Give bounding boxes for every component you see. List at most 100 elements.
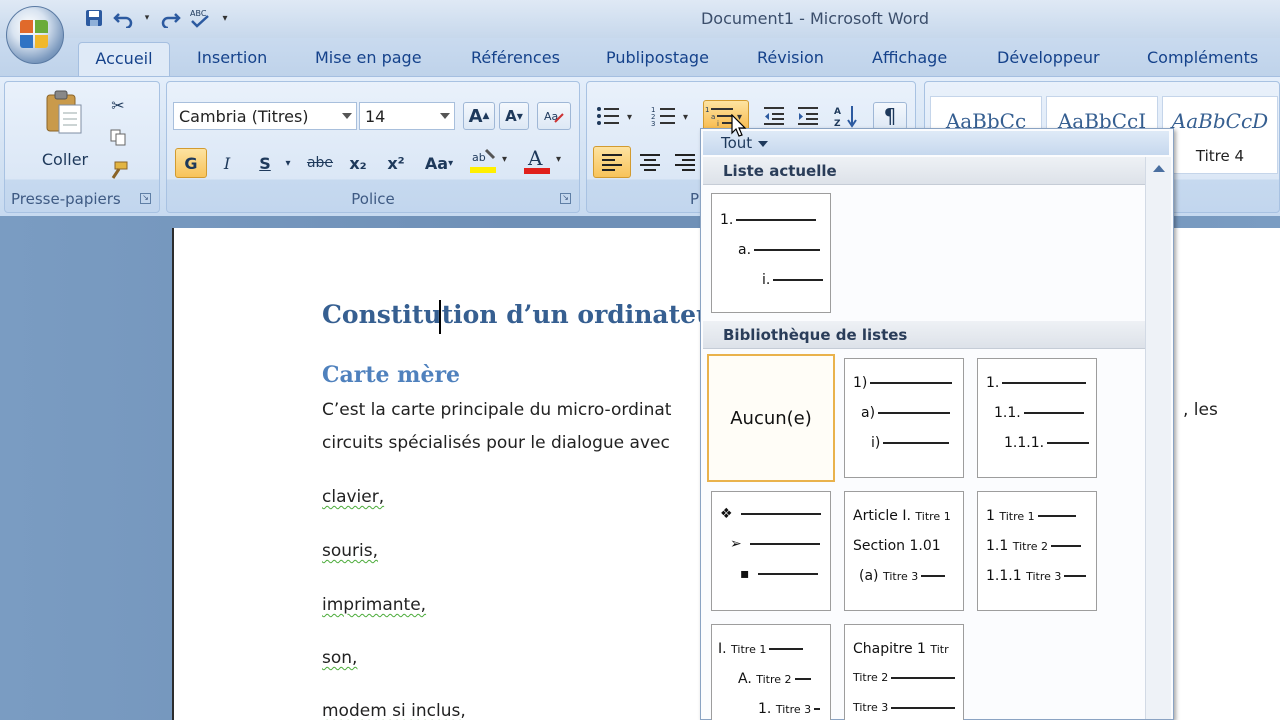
gallery-filter-button[interactable]: Tout xyxy=(703,131,1169,155)
bold-button[interactable]: G xyxy=(175,148,207,178)
list-none-tile[interactable]: Aucun(e) xyxy=(707,354,835,482)
clear-formatting-icon[interactable]: Aa xyxy=(537,102,571,130)
mouse-cursor-icon xyxy=(731,113,747,142)
list-level-line: Article I. Titre 1 xyxy=(853,508,951,524)
change-case-button[interactable]: Aa ▾ xyxy=(419,148,459,178)
current-list-tile[interactable]: 1. a. i. xyxy=(711,193,831,313)
superscript-button[interactable]: x² xyxy=(381,148,411,178)
list-level-line: 1.1.1. xyxy=(1004,435,1090,451)
cut-icon[interactable]: ✂ xyxy=(105,94,131,116)
font-color-icon[interactable]: A ▾ xyxy=(521,144,569,178)
list-paren-tile[interactable]: 1) a) i) xyxy=(844,358,964,478)
list-titre-numbered-tile[interactable]: 1 Titre 1 1.1 Titre 2 1.1.1 Titre 3 xyxy=(977,491,1097,611)
underline-button[interactable]: S xyxy=(251,148,279,178)
svg-text:1: 1 xyxy=(705,106,709,114)
increase-indent-icon[interactable] xyxy=(793,102,823,130)
tab-mise-en-page[interactable]: Mise en page xyxy=(315,48,422,67)
format-painter-icon[interactable] xyxy=(105,160,131,182)
section-list-library: Bibliothèque de listes xyxy=(703,321,1145,349)
list-chapitre-tile[interactable]: Chapitre 1 Titr Titre 2 Titre 3 xyxy=(844,624,964,720)
align-right-icon[interactable] xyxy=(669,146,701,178)
grow-font-button[interactable]: A ▲ xyxy=(463,102,495,130)
list-level-line: ❖ xyxy=(720,506,821,522)
underline-dropdown-icon[interactable]: ▾ xyxy=(281,148,295,178)
svg-text:▾: ▾ xyxy=(683,112,688,123)
tab-affichage[interactable]: Affichage xyxy=(872,48,947,67)
list-level-line: 1) xyxy=(853,375,953,391)
undo-icon[interactable] xyxy=(112,7,136,29)
decrease-indent-icon[interactable] xyxy=(759,102,789,130)
font-family-select[interactable]: Cambria (Titres) xyxy=(173,102,357,130)
paste-button[interactable]: Coller xyxy=(33,148,97,170)
svg-text:▾: ▾ xyxy=(627,112,632,123)
highlight-icon[interactable]: ab ▾ xyxy=(467,144,515,178)
align-center-icon[interactable] xyxy=(633,146,667,178)
office-button[interactable] xyxy=(6,6,64,64)
list-level-line: 1.1 Titre 2 xyxy=(986,538,1082,554)
list-level-line: 1. Titre 3 xyxy=(758,701,821,717)
svg-text:▾: ▾ xyxy=(502,154,507,165)
customize-toolbar-icon[interactable]: ▾ xyxy=(218,7,232,29)
list-level-line: A. Titre 2 xyxy=(738,671,811,687)
shrink-font-button[interactable]: A ▼ xyxy=(499,102,529,130)
tab-references[interactable]: Références xyxy=(471,48,560,67)
doc-list-item: imprimante, xyxy=(322,595,427,615)
copy-icon[interactable] xyxy=(105,126,131,148)
doc-paragraph-line-2: circuits spécialisés pour le dialogue av… xyxy=(322,433,670,453)
quick-access-toolbar: ▾ ABC ▾ xyxy=(82,6,232,30)
chevron-down-icon xyxy=(758,140,769,147)
scroll-up-icon[interactable] xyxy=(1153,165,1165,172)
numbering-icon[interactable]: 1 2 3 ▾ xyxy=(649,102,695,130)
multilevel-list-gallery: Tout Liste actuelle 1. a. i. Bibliothèqu… xyxy=(700,128,1174,720)
tab-complements[interactable]: Compléments xyxy=(1147,48,1258,67)
list-level-line: Chapitre 1 Titr xyxy=(853,641,949,657)
font-launcher-icon[interactable]: ↘ xyxy=(560,193,571,204)
undo-dropdown-icon[interactable]: ▾ xyxy=(142,7,152,29)
style-quick-titre4[interactable]: AaBbCcD Titre 4 xyxy=(1162,96,1278,174)
tab-developpeur[interactable]: Développeur xyxy=(997,48,1100,67)
svg-text:▾: ▾ xyxy=(556,154,561,165)
sort-icon[interactable]: AZ xyxy=(831,102,863,130)
list-level-line: a. xyxy=(738,242,821,258)
list-level-line: 1.1. xyxy=(994,405,1084,421)
list-level-line: 1 Titre 1 xyxy=(986,508,1076,524)
tab-insertion[interactable]: Insertion xyxy=(197,48,267,67)
list-level-line: i) xyxy=(871,435,950,451)
chevron-down-icon xyxy=(342,113,352,119)
list-bullets-tile[interactable]: ❖ ➢ ▪ xyxy=(711,491,831,611)
subscript-button[interactable]: x₂ xyxy=(343,148,373,178)
clipboard-launcher-icon[interactable]: ↘ xyxy=(140,193,151,204)
list-level-line: ▪ xyxy=(740,566,818,582)
italic-button[interactable]: I xyxy=(213,148,241,178)
svg-text:Z: Z xyxy=(834,119,841,128)
strikethrough-button[interactable]: abe xyxy=(303,148,337,178)
list-level-line: 1. xyxy=(986,375,1087,391)
gallery-scrollbar[interactable] xyxy=(1145,157,1171,719)
list-level-line: Titre 2 xyxy=(853,671,956,684)
redo-icon[interactable] xyxy=(158,7,182,29)
tab-revision[interactable]: Révision xyxy=(757,48,824,67)
section-current-list: Liste actuelle xyxy=(703,157,1145,185)
paste-icon[interactable] xyxy=(39,88,89,136)
font-size-select[interactable]: 14 xyxy=(359,102,455,130)
align-left-icon[interactable] xyxy=(593,146,631,178)
text-caret xyxy=(439,300,441,334)
doc-list-item: souris, xyxy=(322,541,379,561)
list-decimal-tile[interactable]: 1. 1.1. 1.1.1. xyxy=(977,358,1097,478)
doc-heading-2: Carte mère xyxy=(322,362,461,388)
doc-heading-1: Constitution d’un ordinateu xyxy=(322,300,715,329)
tab-publipostage[interactable]: Publipostage xyxy=(606,48,709,67)
list-article-tile[interactable]: Article I. Titre 1 Section 1.01 (a) Titr… xyxy=(844,491,964,611)
doc-list-item: modem si inclus, xyxy=(322,701,466,720)
list-level-line: ➢ xyxy=(730,536,820,552)
tab-accueil[interactable]: Accueil xyxy=(78,42,170,77)
clipboard-group-label: Presse-papiers xyxy=(11,190,121,208)
list-level-line: a) xyxy=(861,405,951,421)
show-formatting-button[interactable]: ¶ xyxy=(873,102,907,130)
list-roman-tile[interactable]: I. Titre 1 A. Titre 2 1. Titre 3 xyxy=(711,624,831,720)
save-icon[interactable] xyxy=(82,7,106,29)
bullets-icon[interactable]: ▾ xyxy=(593,102,639,130)
svg-text:ABC: ABC xyxy=(190,9,207,18)
spelling-check-icon[interactable]: ABC xyxy=(188,7,212,29)
svg-text:i: i xyxy=(717,120,719,128)
